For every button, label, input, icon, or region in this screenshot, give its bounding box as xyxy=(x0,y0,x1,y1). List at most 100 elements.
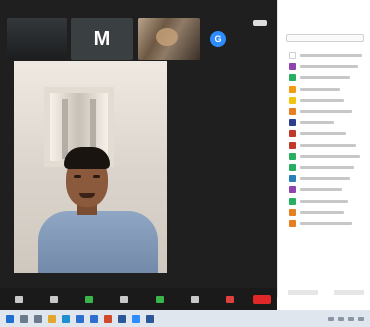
word-icon[interactable] xyxy=(118,314,126,323)
participant-row[interactable] xyxy=(278,72,370,83)
participant-row[interactable] xyxy=(278,84,370,95)
participant-search-input[interactable] xyxy=(286,34,364,42)
eye xyxy=(74,175,81,178)
thumbnail-tile-2[interactable]: M xyxy=(71,18,133,60)
stop-video-button[interactable] xyxy=(41,290,66,308)
participant-avatar xyxy=(289,152,296,160)
participant-avatar xyxy=(289,197,296,205)
participant-list xyxy=(278,50,370,229)
participant-name xyxy=(300,54,362,58)
participant-row[interactable] xyxy=(278,162,370,173)
participant-row[interactable] xyxy=(278,173,370,184)
participant-row[interactable] xyxy=(278,151,370,162)
speaker-figure xyxy=(38,147,158,273)
thumbnail-tile-4[interactable]: G xyxy=(204,18,232,60)
participant-row[interactable] xyxy=(278,117,370,128)
zoom-icon[interactable] xyxy=(132,314,140,323)
participant-avatar xyxy=(289,74,296,82)
view-options-icon[interactable] xyxy=(253,20,267,26)
participant-avatar xyxy=(289,52,296,60)
meeting-toolbar xyxy=(0,288,277,310)
task-view-icon[interactable] xyxy=(34,314,42,323)
system-tray xyxy=(328,316,364,321)
participant-row[interactable] xyxy=(278,61,370,72)
participant-avatar xyxy=(289,175,296,183)
participant-row[interactable] xyxy=(278,106,370,117)
participant-avatar xyxy=(289,96,296,104)
tile-background xyxy=(7,18,67,60)
participant-name xyxy=(300,210,344,214)
share-screen-icon xyxy=(155,295,164,303)
reactions-button[interactable] xyxy=(218,290,243,308)
participant-avatar xyxy=(289,63,296,71)
participant-name xyxy=(300,110,352,114)
participant-name xyxy=(300,199,348,203)
start-icon[interactable] xyxy=(6,314,14,323)
participant-name xyxy=(300,65,358,69)
participant-initial: M xyxy=(93,27,111,50)
participant-name xyxy=(300,165,354,169)
participants-icon xyxy=(85,295,94,303)
participant-name xyxy=(300,132,346,136)
chrome-icon[interactable] xyxy=(104,314,112,323)
volume-icon[interactable] xyxy=(338,316,344,321)
thumbnail-tile-1[interactable] xyxy=(7,18,67,60)
mouth xyxy=(79,193,95,198)
speaker-shirt xyxy=(38,211,158,273)
eye xyxy=(93,175,100,178)
more-actions-button[interactable] xyxy=(334,290,364,295)
participant-name xyxy=(300,154,360,158)
share-screen-button[interactable] xyxy=(147,290,172,308)
panel-actions xyxy=(288,290,364,295)
windows-taskbar xyxy=(0,310,370,327)
participant-name xyxy=(300,98,344,102)
participant-name xyxy=(300,188,342,192)
participants-panel xyxy=(277,0,370,297)
meeting-window: M G xyxy=(0,0,277,310)
participant-row[interactable] xyxy=(278,140,370,151)
store-icon[interactable] xyxy=(76,314,84,323)
participant-row[interactable] xyxy=(278,50,370,61)
participant-avatar xyxy=(289,141,296,149)
clock-area[interactable] xyxy=(348,316,354,321)
participant-name xyxy=(300,121,334,125)
participant-row[interactable] xyxy=(278,218,370,229)
video-thumbnail-detail xyxy=(156,28,178,46)
network-icon[interactable] xyxy=(328,316,334,321)
mail-icon[interactable] xyxy=(90,314,98,323)
mute-button[interactable] xyxy=(6,290,31,308)
participant-avatar xyxy=(289,186,296,194)
record-icon xyxy=(191,295,200,303)
speaker-hair xyxy=(64,147,110,169)
participant-row[interactable] xyxy=(278,207,370,218)
edge-icon[interactable] xyxy=(62,314,70,323)
notifications-icon[interactable] xyxy=(358,316,364,321)
reactions-icon xyxy=(226,295,235,303)
microphone-icon xyxy=(14,295,23,303)
app-icon[interactable] xyxy=(146,314,154,323)
leave-button[interactable] xyxy=(252,294,272,304)
participant-row[interactable] xyxy=(278,95,370,106)
participant-avatar xyxy=(289,208,296,216)
participant-name xyxy=(300,177,350,181)
search-icon[interactable] xyxy=(20,314,28,323)
participant-row[interactable] xyxy=(278,128,370,139)
participant-name xyxy=(300,143,356,147)
participant-avatar xyxy=(289,85,296,93)
participant-avatar xyxy=(289,163,296,171)
file-explorer-icon[interactable] xyxy=(48,314,56,323)
thumbnail-tile-3[interactable] xyxy=(138,18,200,60)
chat-button[interactable] xyxy=(112,290,137,308)
video-icon xyxy=(49,295,58,303)
participant-row[interactable] xyxy=(278,195,370,206)
chat-icon xyxy=(120,295,129,303)
participant-avatar xyxy=(289,219,296,227)
active-speaker-video xyxy=(14,61,167,273)
invite-button[interactable] xyxy=(288,290,318,295)
record-button[interactable] xyxy=(182,290,207,308)
participant-avatar xyxy=(289,119,296,127)
participant-row[interactable] xyxy=(278,184,370,195)
participant-avatar xyxy=(289,130,296,138)
participants-button[interactable] xyxy=(77,290,102,308)
participant-name xyxy=(300,221,352,225)
